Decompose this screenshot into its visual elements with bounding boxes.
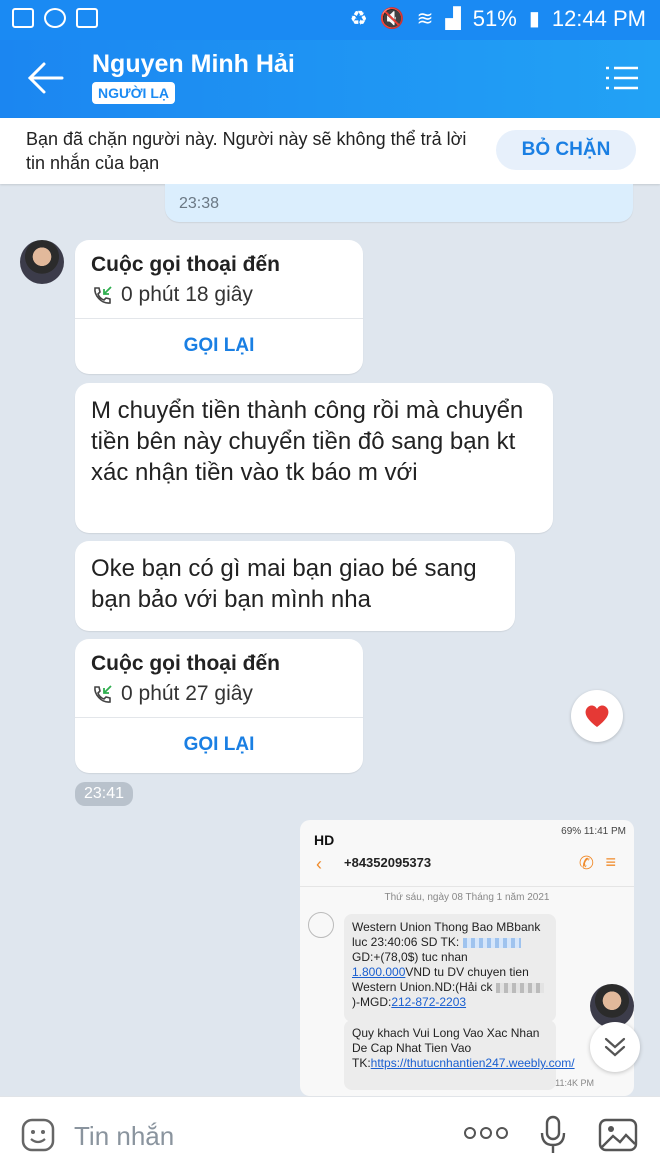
- sender-number: +84352095373: [344, 855, 432, 870]
- redacted-account: [462, 937, 521, 948]
- incoming-call-card: Cuộc gọi thoại đến 0 phút 18 giây GỌI LẠ…: [75, 240, 363, 374]
- blocked-notice-text: Bạn đã chặn người này. Người này sẽ khôn…: [26, 129, 467, 173]
- messenger-icon: [44, 8, 66, 28]
- message-text: Oke bạn có gì mai bạn giao bé sang bạn b…: [91, 555, 477, 613]
- sms-link: https://thutucnhantien247.weebly.com/: [370, 1056, 575, 1070]
- double-chevron-down-icon: [604, 1037, 626, 1057]
- hd-badge: HD: [314, 832, 335, 848]
- message-time: 23:38: [179, 195, 220, 212]
- sms-text: GD:+(78,0$) tuc nhan: [352, 950, 468, 964]
- call-duration: 0 phút 18 giây: [121, 283, 253, 306]
- blocked-notice: Bạn đã chặn người này. Người này sẽ khôn…: [0, 118, 660, 184]
- menu-icon: ≡: [605, 852, 616, 872]
- chevron-left-icon: ‹: [316, 854, 322, 874]
- system-icons: ♻ 🔇 ≋ ▟ 51% ▮ 12:44 PM: [350, 6, 646, 32]
- battery-saver-icon: ♻: [349, 8, 368, 30]
- status-bar: ♻ 🔇 ≋ ▟ 51% ▮ 12:44 PM: [0, 0, 660, 40]
- incoming-call-card: Cuộc gọi thoại đến 0 phút 27 giây GỌI LẠ…: [75, 639, 363, 773]
- wifi-icon: ≋: [416, 8, 434, 30]
- redacted-name: [495, 982, 544, 993]
- stranger-badge: NGƯỜI LẠ: [92, 82, 175, 104]
- screenshot-status-bar: 69% 11:41 PM: [300, 820, 634, 844]
- call-duration: 0 phút 27 giây: [121, 682, 253, 705]
- battery-level: 51%: [472, 6, 517, 31]
- image-picker-icon[interactable]: [598, 1117, 638, 1153]
- call-back-button[interactable]: GỌI LẠI: [75, 318, 363, 374]
- reaction-button[interactable]: [571, 690, 623, 742]
- previous-message-bubble[interactable]: 23:38: [165, 184, 633, 222]
- mute-icon: 🔇: [379, 8, 405, 30]
- phone-icon: ✆: [578, 853, 594, 873]
- battery-icon: ▮: [528, 8, 540, 30]
- clock: 12:44 PM: [551, 6, 646, 31]
- emoji-sticker-icon[interactable]: [20, 1117, 56, 1153]
- sms-amount: 1.800.000: [352, 965, 406, 979]
- list-menu-icon: [606, 66, 638, 90]
- sms-time: 11:4K PM: [555, 1078, 594, 1088]
- sms-bubble: Western Union Thong Bao MBbank luc 23:40…: [344, 914, 556, 1022]
- sms-phone: 212-872-2203: [391, 995, 467, 1009]
- message-bubble[interactable]: M chuyển tiền thành công rồi mà chuyển t…: [75, 383, 553, 533]
- microphone-icon[interactable]: [538, 1115, 568, 1155]
- message-bubble[interactable]: Oke bạn có gì mai bạn giao bé sang bạn b…: [75, 541, 515, 631]
- back-button[interactable]: [26, 60, 66, 96]
- notification-icons: [12, 8, 98, 28]
- screenshot-date: Thứ sáu, ngày 08 Tháng 1 năm 2021: [384, 892, 550, 903]
- scroll-to-bottom-button[interactable]: [590, 1022, 640, 1072]
- unblock-button[interactable]: BỎ CHẶN: [496, 130, 636, 170]
- image-message[interactable]: 69% 11:41 PM HD ‹ +84352095373 ✆ ≡ Thứ s…: [300, 820, 634, 1096]
- back-arrow-icon: [27, 62, 64, 94]
- call-title: Cuộc gọi thoại đến: [91, 652, 280, 675]
- sms-text: )-MGD:: [352, 995, 392, 1009]
- menu-button[interactable]: [604, 64, 640, 92]
- avatar[interactable]: [20, 240, 64, 284]
- sms-bubble: Quy khach Vui Long Vao Xac Nhan De Cap N…: [344, 1020, 575, 1090]
- more-icon[interactable]: [464, 1123, 508, 1143]
- incoming-call-icon: [94, 685, 112, 703]
- sender-avatar-icon: [308, 912, 334, 938]
- time-chip: 23:41: [75, 782, 134, 806]
- call-title: Cuộc gọi thoại đến: [91, 253, 280, 276]
- calendar-icon: [76, 8, 98, 28]
- message-text: M chuyển tiền thành công rồi mà chuyển t…: [91, 397, 524, 486]
- gallery-icon: [12, 8, 34, 28]
- message-input[interactable]: Tin nhắn: [74, 1121, 174, 1152]
- incoming-call-icon: [94, 286, 112, 304]
- call-back-button[interactable]: GỌI LẠI: [75, 717, 363, 773]
- heart-icon: [585, 705, 609, 727]
- chat-header: Nguyen Minh Hải NGƯỜI LẠ: [0, 40, 660, 118]
- contact-name[interactable]: Nguyen Minh Hải: [92, 50, 295, 79]
- signal-icon: ▟: [445, 8, 461, 30]
- screenshot-header: ‹ +84352095373 ✆ ≡: [300, 848, 634, 887]
- composer: Tin nhắn: [0, 1096, 660, 1174]
- screenshot-status: 69% 11:41 PM: [561, 826, 626, 837]
